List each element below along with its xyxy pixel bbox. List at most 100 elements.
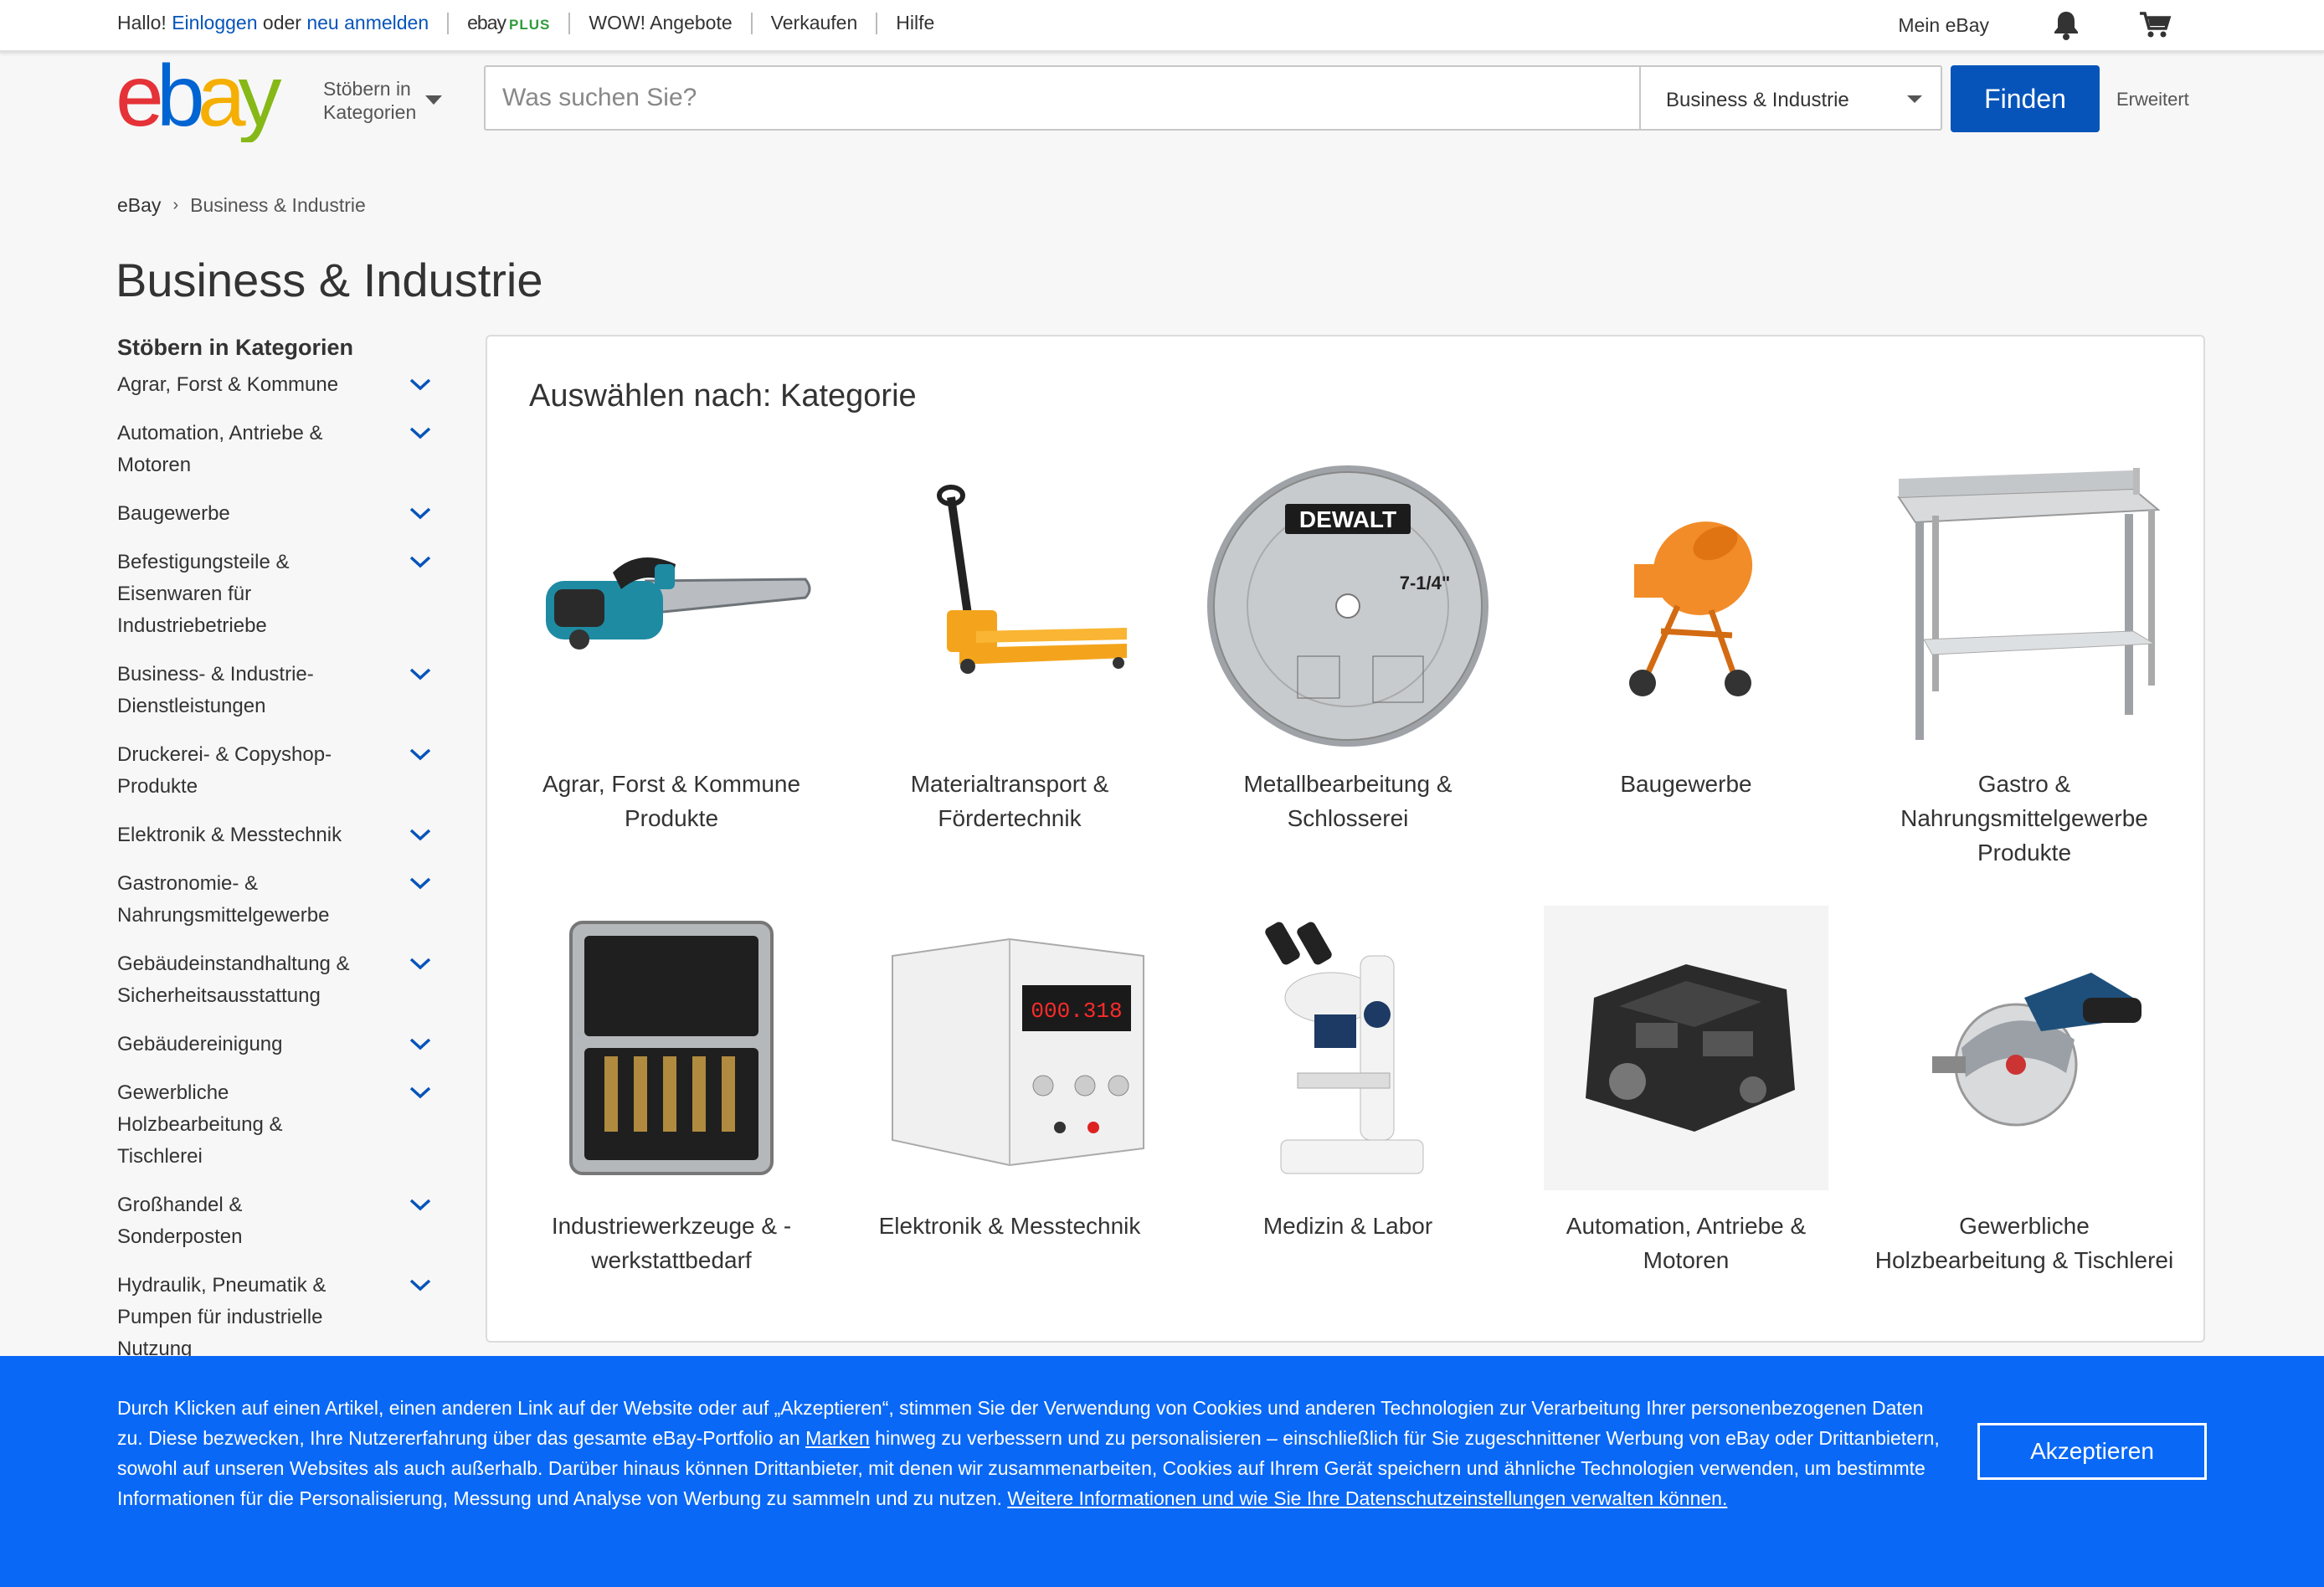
- divider: [750, 12, 753, 34]
- tile-label: Gastro & Nahrungsmittelgewerbe Produkte: [1900, 771, 2148, 865]
- tile-label: Baugewerbe: [1620, 771, 1752, 797]
- ebay-plus-link[interactable]: ebay PLUS: [467, 12, 550, 34]
- tile-label: Agrar, Forst & Kommune Produkte: [542, 771, 801, 831]
- microscope-image[interactable]: [1206, 906, 1490, 1190]
- category-sidebar: Stöbern in Kategorien Agrar, Forst & Kom…: [117, 335, 444, 1382]
- breadcrumb: eBay › Business & Industrie: [117, 194, 366, 217]
- saw-blade-image[interactable]: DEWALT 7-1/4": [1206, 464, 1490, 748]
- chevron-down-icon[interactable]: [409, 955, 432, 972]
- top-right-links: Mein eBay: [1898, 7, 2173, 44]
- category-tile-medizin[interactable]: Medizin & Labor: [1195, 906, 1500, 1243]
- sidebar-item[interactable]: Business- & Industrie-Dienstleistungen: [117, 659, 444, 739]
- search-input[interactable]: [486, 67, 1639, 129]
- chevron-down-icon[interactable]: [409, 1276, 432, 1293]
- help-link[interactable]: Hilfe: [896, 12, 934, 34]
- my-ebay-link[interactable]: Mein eBay: [1898, 14, 1989, 37]
- sidebar-item-label: Gebäudereinigung: [117, 1033, 283, 1055]
- sidebar-item[interactable]: Druckerei- & Copyshop-Produkte: [117, 739, 444, 819]
- divider: [876, 12, 878, 34]
- drill-bit-case-image[interactable]: [529, 906, 814, 1190]
- category-tile-metall[interactable]: DEWALT 7-1/4" Metallbearbeitung & Schlos…: [1195, 464, 1500, 835]
- sell-link[interactable]: Verkaufen: [771, 12, 858, 34]
- caret-down-icon[interactable]: [425, 95, 442, 105]
- sidebar-item[interactable]: Befestigungsteile & Eisenwaren für Indus…: [117, 547, 444, 659]
- chevron-down-icon[interactable]: [409, 875, 432, 891]
- sidebar-item[interactable]: Gebäudereinigung: [117, 1029, 444, 1077]
- breadcrumb-current: Business & Industrie: [190, 194, 366, 216]
- category-tile-automation[interactable]: Automation, Antriebe & Motoren: [1534, 906, 1838, 1277]
- engine-image[interactable]: [1544, 906, 1828, 1190]
- breadcrumb-separator: ›: [172, 196, 179, 214]
- sidebar-item-label: Großhandel & Sonderposten: [117, 1194, 243, 1248]
- power-supply-display: 000.318: [1031, 999, 1122, 1024]
- greeting: Hallo!: [117, 12, 167, 33]
- saw-blade-size: 7-1/4": [1400, 573, 1451, 593]
- browse-line-1: Stöbern in: [323, 78, 411, 100]
- sidebar-item-label: Befestigungsteile & Eisenwaren für Indus…: [117, 551, 290, 637]
- page-title: Business & Industrie: [116, 254, 543, 306]
- chevron-down-icon[interactable]: [409, 424, 432, 441]
- chevron-down-icon[interactable]: [409, 1196, 432, 1213]
- cement-mixer-image[interactable]: [1544, 464, 1828, 748]
- tile-label: Elektronik & Messtechnik: [878, 1213, 1141, 1239]
- chevron-down-icon[interactable]: [409, 505, 432, 521]
- search-button[interactable]: Finden: [1951, 65, 2100, 132]
- circular-saw-image[interactable]: [1882, 906, 2167, 1190]
- sidebar-item[interactable]: Elektronik & Messtechnik: [117, 819, 444, 868]
- sidebar-item[interactable]: Gewerbliche Holzbearbeitung & Tischlerei: [117, 1077, 444, 1189]
- category-tile-gastro[interactable]: Gastro & Nahrungsmittelgewerbe Produkte: [1872, 464, 2177, 870]
- saw-blade-brand: DEWALT: [1299, 506, 1396, 532]
- category-tile-industriewerkzeuge[interactable]: Industriewerkzeuge & -werkstattbedarf: [519, 906, 824, 1277]
- top-links: Hallo! Einloggen oder neu anmelden ebay P…: [117, 12, 934, 34]
- sidebar-heading: Stöbern in Kategorien: [117, 335, 354, 360]
- category-tile-baugewerbe[interactable]: Baugewerbe: [1534, 464, 1838, 801]
- brands-link[interactable]: Marken: [805, 1427, 870, 1449]
- sidebar-item[interactable]: Gebäudeinstandhaltung & Sicherheitsausst…: [117, 948, 444, 1029]
- sidebar-item[interactable]: Gastronomie- & Nahrungsmittelgewerbe: [117, 868, 444, 948]
- search-bar: Business & Industrie: [484, 65, 1942, 131]
- category-tile-agrar[interactable]: Agrar, Forst & Kommune Produkte: [519, 464, 824, 835]
- chevron-down-icon[interactable]: [409, 1084, 432, 1101]
- sidebar-item-label: Gewerbliche Holzbearbeitung & Tischlerei: [117, 1081, 283, 1168]
- category-tile-holzbearbeitung[interactable]: Gewerbliche Holzbearbeitung & Tischlerei: [1872, 906, 2177, 1277]
- chevron-down-icon[interactable]: [409, 665, 432, 682]
- category-select[interactable]: Business & Industrie: [1639, 67, 1941, 129]
- tile-label: Medizin & Labor: [1262, 1213, 1433, 1239]
- or-text: oder: [262, 12, 301, 33]
- chevron-down-icon[interactable]: [409, 1035, 432, 1052]
- sidebar-item[interactable]: Agrar, Forst & Kommune: [117, 369, 444, 418]
- register-link[interactable]: neu anmelden: [306, 12, 429, 34]
- browse-categories-button[interactable]: Stöbern in Kategorien: [323, 77, 416, 124]
- cookie-banner: Durch Klicken auf einen Artikel, einen a…: [0, 1356, 2324, 1587]
- tile-label: Industriewerkzeuge & -werkstattbedarf: [551, 1213, 792, 1273]
- chainsaw-image[interactable]: [529, 464, 814, 748]
- cart-icon[interactable]: [2136, 7, 2173, 44]
- pallet-truck-image[interactable]: [867, 464, 1152, 748]
- category-card: Auswählen nach: Kategorie Agrar, Forst &…: [486, 335, 2205, 1343]
- accept-cookies-button[interactable]: Akzeptieren: [1977, 1423, 2207, 1480]
- tile-label: Automation, Antriebe & Motoren: [1566, 1213, 1807, 1273]
- login-link[interactable]: Einloggen: [172, 12, 257, 34]
- power-supply-image[interactable]: 000.318: [867, 906, 1152, 1190]
- steel-table-image[interactable]: [1882, 464, 2167, 748]
- sidebar-item[interactable]: Automation, Antriebe & Motoren: [117, 418, 444, 498]
- bell-icon[interactable]: [2048, 7, 2085, 44]
- svg-text:ebay: ebay: [116, 55, 282, 142]
- sidebar-item[interactable]: Baugewerbe: [117, 498, 444, 547]
- chevron-down-icon[interactable]: [409, 826, 432, 843]
- advanced-search-link[interactable]: Erweitert: [2116, 89, 2189, 110]
- ebay-logo[interactable]: ebay: [116, 48, 313, 145]
- category-tile-elektronik[interactable]: 000.318 Elektronik & Messtechnik: [857, 906, 1162, 1243]
- wow-deals-link[interactable]: WOW! Angebote: [589, 12, 732, 34]
- sidebar-item[interactable]: Großhandel & Sonderposten: [117, 1189, 444, 1270]
- chevron-down-icon[interactable]: [409, 553, 432, 570]
- sidebar-item-label: Elektronik & Messtechnik: [117, 824, 342, 846]
- breadcrumb-home[interactable]: eBay: [117, 194, 161, 217]
- category-tile-materialtransport[interactable]: Materialtransport & Fördertechnik: [857, 464, 1162, 835]
- chevron-down-icon[interactable]: [409, 746, 432, 763]
- tile-label: Gewerbliche Holzbearbeitung & Tischlerei: [1874, 1213, 2174, 1273]
- sidebar-item-label: Hydraulik, Pneumatik & Pumpen für indust…: [117, 1274, 326, 1360]
- chevron-down-icon[interactable]: [409, 376, 432, 393]
- privacy-settings-link[interactable]: Weitere Informationen und wie Sie Ihre D…: [1007, 1487, 1727, 1509]
- ebay-plus-logo-text: ebay: [467, 12, 506, 33]
